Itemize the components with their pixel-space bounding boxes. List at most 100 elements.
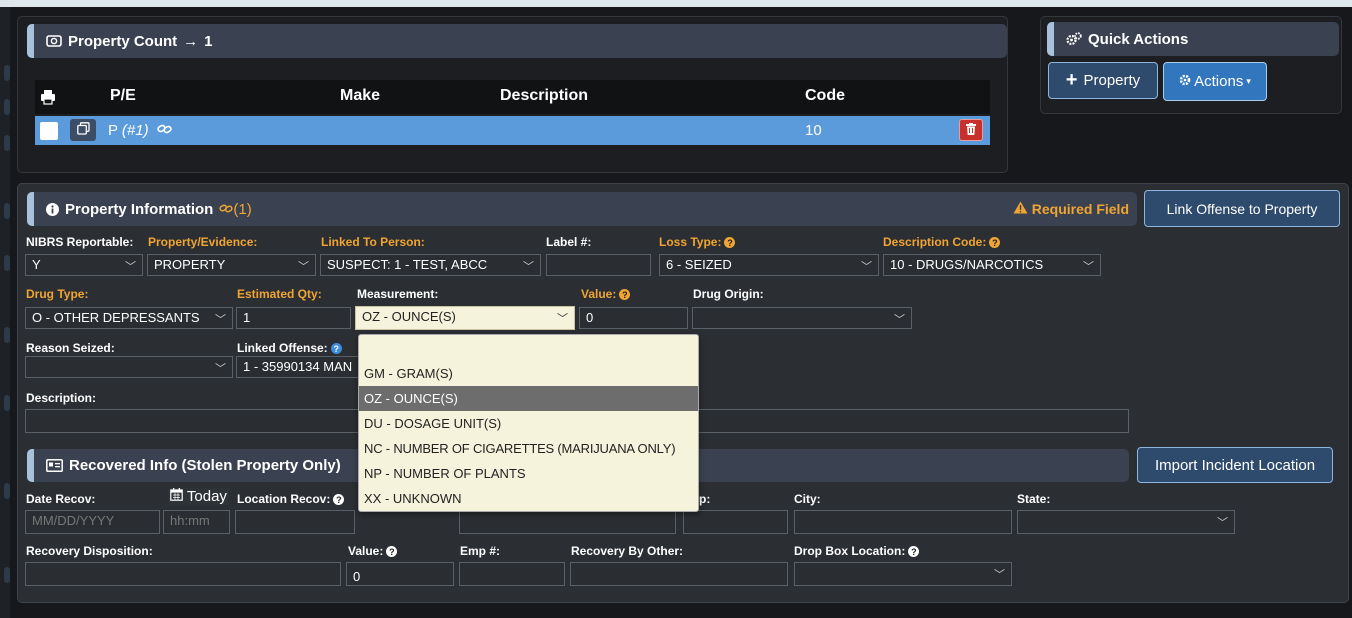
label-num-input[interactable] bbox=[546, 254, 651, 276]
help-icon[interactable]: ? bbox=[619, 289, 631, 301]
linked-to-person-label: Linked To Person: bbox=[321, 235, 425, 249]
address-input[interactable] bbox=[459, 510, 676, 534]
arrow-icon: → bbox=[183, 32, 199, 50]
state-label: State: bbox=[1017, 492, 1051, 506]
top-strip bbox=[0, 0, 1352, 7]
copy-icon bbox=[76, 122, 90, 138]
value-text: Value: bbox=[581, 287, 617, 301]
linked-offense-label: Linked Offense:? bbox=[237, 341, 342, 355]
row-pe[interactable]: P (#1) bbox=[108, 122, 172, 139]
time-placeholder: hh:mm bbox=[170, 513, 210, 528]
state-select[interactable]: ﹀ bbox=[1017, 510, 1235, 534]
loss-type-select[interactable]: 6 - SEIZED ﹀ bbox=[659, 254, 879, 276]
city-input[interactable] bbox=[794, 510, 1012, 534]
drug-origin-select[interactable]: ﹀ bbox=[692, 307, 912, 329]
measurement-option-gm[interactable]: GM - GRAM(S) bbox=[359, 361, 698, 386]
date-recov-input[interactable]: MM/DD/YYYY bbox=[25, 510, 160, 534]
link-icon bbox=[219, 201, 233, 218]
chevron-down-icon: ﹀ bbox=[557, 313, 568, 325]
loss-type-value: 6 - SEIZED bbox=[666, 257, 732, 272]
col-header-description[interactable]: Description bbox=[500, 87, 588, 105]
time-recov-input[interactable]: hh:mm bbox=[163, 510, 230, 534]
id-card-icon bbox=[46, 459, 63, 472]
help-icon[interactable]: ? bbox=[908, 546, 920, 558]
estimated-qty-input[interactable]: 1 bbox=[236, 307, 351, 329]
value-input[interactable]: 0 bbox=[579, 307, 688, 329]
property-count-value: 1 bbox=[204, 32, 213, 50]
help-icon[interactable]: ? bbox=[386, 546, 398, 558]
add-property-button[interactable]: + Property bbox=[1048, 62, 1158, 99]
nibrs-reportable-label: NIBRS Reportable: bbox=[26, 235, 134, 249]
measurement-label: Measurement: bbox=[357, 287, 439, 301]
label-num-label: Label #: bbox=[546, 235, 592, 249]
emp-num-input[interactable] bbox=[459, 562, 565, 586]
col-header-code[interactable]: Code bbox=[805, 87, 845, 105]
description-code-select[interactable]: 10 - DRUGS/NARCOTICS ﹀ bbox=[883, 254, 1101, 276]
linked-to-person-select[interactable]: SUSPECT: 1 - TEST, ABCC ﹀ bbox=[320, 254, 541, 276]
recovery-disposition-input[interactable] bbox=[25, 562, 341, 586]
measurement-option-xx[interactable]: XX - UNKNOWN bbox=[359, 486, 698, 511]
measurement-option-du[interactable]: DU - DOSAGE UNIT(S) bbox=[359, 411, 698, 436]
cogs-icon bbox=[1066, 32, 1082, 46]
chevron-down-icon: ﹀ bbox=[861, 261, 872, 273]
nibrs-reportable-select[interactable]: Y ﹀ bbox=[25, 254, 143, 276]
linked-offense-value: 1 - 35990134 MAN bbox=[243, 359, 353, 374]
chevron-down-icon: ﹀ bbox=[894, 314, 905, 326]
help-icon[interactable]: ? bbox=[989, 237, 1001, 249]
measurement-option-oz[interactable]: OZ - OUNCE(S) bbox=[359, 386, 698, 411]
recovered-value-input[interactable]: 0 bbox=[346, 562, 454, 586]
caret-down-icon: ▾ bbox=[1246, 76, 1251, 86]
linked-offense-select[interactable]: 1 - 35990134 MAN bbox=[236, 356, 366, 378]
link-offense-button[interactable]: Link Offense to Property bbox=[1144, 190, 1340, 227]
row-pe-num: (#1) bbox=[121, 122, 149, 139]
import-incident-location-button[interactable]: Import Incident Location bbox=[1137, 447, 1333, 483]
help-icon[interactable]: ? bbox=[724, 237, 736, 249]
help-icon[interactable]: ? bbox=[330, 343, 342, 355]
loss-type-label: Loss Type:? bbox=[659, 235, 736, 249]
drug-type-select[interactable]: O - OTHER DEPRESSANTS ﹀ bbox=[25, 307, 233, 329]
nibrs-reportable-value: Y bbox=[32, 257, 41, 272]
chevron-down-icon: ﹀ bbox=[215, 363, 226, 375]
copy-button[interactable] bbox=[70, 119, 96, 141]
info-icon bbox=[46, 202, 59, 216]
table-row[interactable] bbox=[35, 116, 990, 145]
col-header-pe[interactable]: P/E bbox=[110, 87, 136, 105]
value-label: Value:? bbox=[581, 287, 631, 301]
estimated-qty-label: Estimated Qty: bbox=[237, 287, 322, 301]
recovered-info-title: Recovered Info (Stolen Property Only) bbox=[69, 457, 341, 474]
drop-box-location-select[interactable]: ﹀ bbox=[794, 562, 1012, 586]
today-label: Today bbox=[186, 488, 227, 505]
help-icon[interactable]: ? bbox=[333, 494, 345, 506]
row-checkbox[interactable] bbox=[40, 122, 58, 140]
date-placeholder: MM/DD/YYYY bbox=[32, 513, 115, 528]
measurement-select[interactable]: OZ - OUNCE(S) ﹀ bbox=[355, 306, 575, 330]
reason-seized-select[interactable]: ﹀ bbox=[25, 356, 233, 378]
linked-offense-text: Linked Offense: bbox=[237, 341, 328, 355]
measurement-option-blank[interactable] bbox=[359, 335, 698, 361]
row-code: 10 bbox=[805, 122, 822, 139]
measurement-option-nc[interactable]: NC - NUMBER OF CIGARETTES (MARIJUANA ONL… bbox=[359, 436, 698, 461]
actions-dropdown-button[interactable]: Actions ▾ bbox=[1163, 62, 1267, 101]
zip-input[interactable] bbox=[683, 510, 788, 534]
col-header-make[interactable]: Make bbox=[340, 87, 380, 105]
chevron-down-icon: ﹀ bbox=[523, 261, 534, 273]
print-icon[interactable] bbox=[40, 89, 56, 108]
actions-label: Actions bbox=[1194, 73, 1244, 90]
plus-icon: + bbox=[1065, 69, 1078, 91]
property-count-header: Property Count → 1 bbox=[27, 24, 1007, 58]
recovered-value: 0 bbox=[353, 569, 361, 584]
calendar-icon bbox=[170, 488, 183, 505]
recovery-by-other-input[interactable] bbox=[570, 562, 788, 586]
description-label: Description: bbox=[26, 391, 97, 405]
drop-box-location-text: Drop Box Location: bbox=[794, 544, 906, 558]
description-code-label: Description Code:? bbox=[883, 235, 1001, 249]
property-evidence-select[interactable]: PROPERTY ﹀ bbox=[147, 254, 316, 276]
left-edge bbox=[0, 7, 10, 618]
location-recov-input[interactable] bbox=[235, 510, 355, 534]
delete-button[interactable] bbox=[959, 119, 983, 141]
date-recov-label: Date Recov: bbox=[26, 492, 96, 506]
recovery-by-other-label: Recovery By Other: bbox=[571, 544, 684, 558]
drug-type-label: Drug Type: bbox=[26, 287, 89, 301]
today-button[interactable]: Today bbox=[168, 488, 229, 505]
measurement-option-np[interactable]: NP - NUMBER OF PLANTS bbox=[359, 461, 698, 486]
